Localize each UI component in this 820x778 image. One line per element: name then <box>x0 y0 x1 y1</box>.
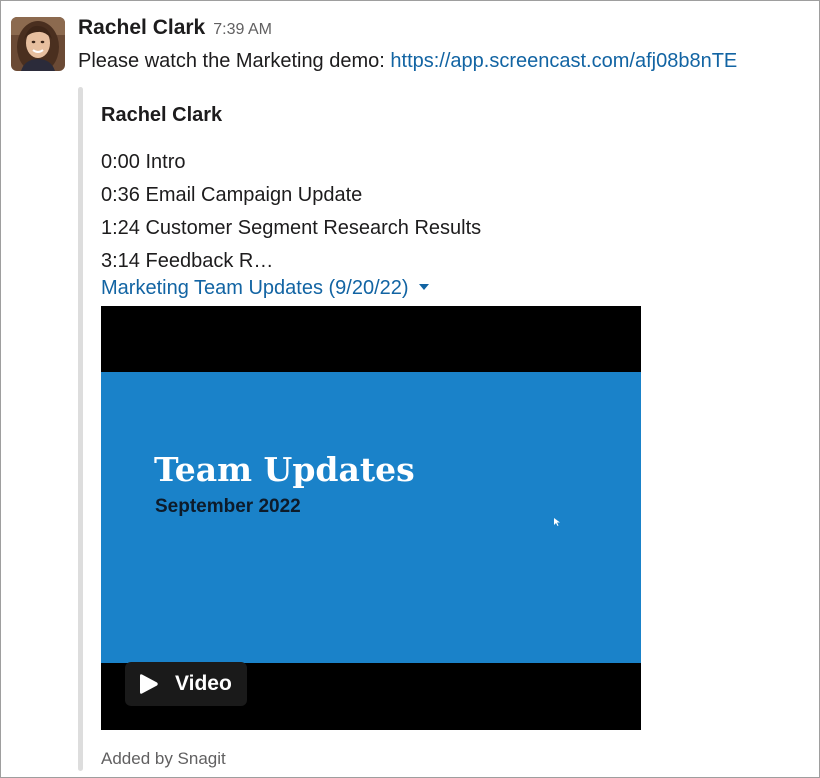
chapter-item: 3:14 Feedback R… <box>101 250 274 272</box>
video-thumbnail-slide: Team Updates September 2022 <box>101 372 641 663</box>
video-play-button[interactable]: Video <box>125 662 247 706</box>
chapter-item: 0:36 Email Campaign Update <box>101 184 363 206</box>
video-player[interactable]: Team Updates September 2022 Video <box>101 306 641 730</box>
user-avatar[interactable] <box>11 17 65 71</box>
sender-name[interactable]: Rachel Clark <box>78 16 205 39</box>
chapter-list: 0:00 Intro 0:36 Email Campaign Update 1:… <box>101 146 481 278</box>
user-avatar-icon <box>11 17 65 71</box>
video-badge-label: Video <box>175 672 232 695</box>
caret-down-icon[interactable] <box>418 283 429 290</box>
message-text: Please watch the Marketing demo: https:/… <box>78 50 737 73</box>
chapter-item: 0:00 Intro <box>101 151 186 173</box>
attachment-title[interactable]: Marketing Team Updates (9/20/22) <box>101 277 409 299</box>
chapter-item: 1:24 Customer Segment Research Results <box>101 217 482 239</box>
message-pane: Rachel Clark 7:39 AM Please watch the Mar… <box>0 0 820 778</box>
attachment-title-link[interactable]: Marketing Team Updates (9/20/22) <box>101 277 429 300</box>
play-icon <box>140 674 158 694</box>
slide-title: Team Updates <box>154 450 415 489</box>
message-body-text: Please watch the Marketing demo: <box>78 50 391 72</box>
attachment-author: Rachel Clark <box>101 104 223 126</box>
message-timestamp[interactable]: 7:39 AM <box>213 21 272 38</box>
mouse-cursor-icon <box>554 518 560 526</box>
screencast-link[interactable]: https://app.screencast.com/afj08b8nTE <box>390 50 737 72</box>
slide-subtitle: September 2022 <box>155 496 301 517</box>
attachment-footer: Added by Snagit <box>101 749 226 768</box>
attachment-bar <box>78 87 83 771</box>
message-header: Rachel Clark 7:39 AM <box>78 16 272 40</box>
